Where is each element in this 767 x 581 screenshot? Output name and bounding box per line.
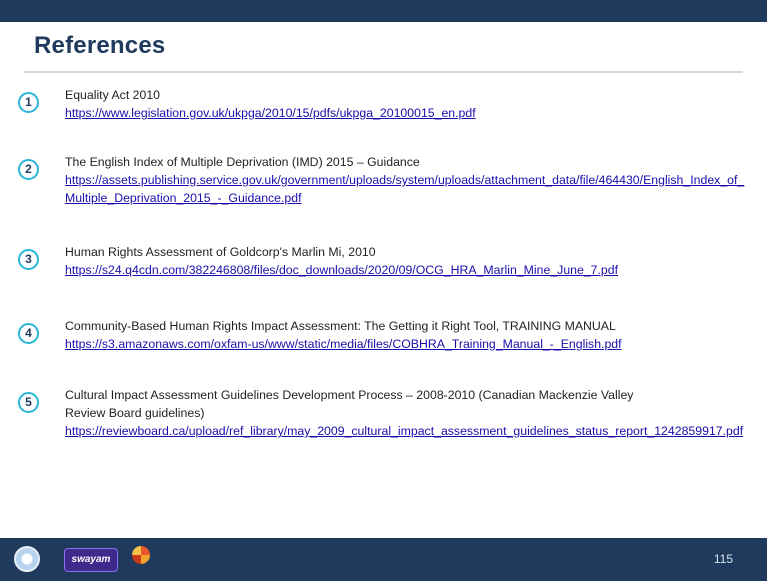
institute-logo-icon (14, 546, 40, 572)
reference-item-2: 2 The English Index of Multiple Deprivat… (18, 153, 748, 207)
reference-item-5: 5 Cultural Impact Assessment Guidelines … (18, 386, 748, 440)
page-number: 115 (713, 552, 733, 566)
reference-item-4: 4 Community-Based Human Rights Impact As… (18, 317, 748, 353)
reference-link-1[interactable]: https://www.legislation.gov.uk/ukpga/201… (65, 104, 748, 122)
page-title: References (34, 32, 166, 59)
reference-item-3: 3 Human Rights Assessment of Goldcorp's … (18, 243, 748, 279)
reference-number-1: 1 (18, 92, 39, 113)
reference-text-4: Community-Based Human Rights Impact Asse… (65, 319, 616, 333)
reference-number-4: 4 (18, 323, 39, 344)
reference-text-5: Cultural Impact Assessment Guidelines De… (65, 388, 634, 420)
reference-number-5: 5 (18, 392, 39, 413)
reference-text-3: Human Rights Assessment of Goldcorp's Ma… (65, 245, 376, 259)
reference-link-5[interactable]: https://reviewboard.ca/upload/ref_librar… (65, 422, 748, 440)
footer-bar: swayam 115 (0, 538, 767, 581)
reference-number-2: 2 (18, 159, 39, 180)
reference-item-1: 1 Equality Act 2010 https://www.legislat… (18, 86, 748, 122)
reference-text-2: The English Index of Multiple Deprivatio… (65, 155, 420, 169)
reference-text-1: Equality Act 2010 (65, 88, 161, 102)
reference-link-2[interactable]: https://assets.publishing.service.gov.uk… (65, 171, 748, 207)
reference-number-3: 3 (18, 249, 39, 270)
swayam-logo: swayam (64, 548, 118, 572)
title-divider (24, 71, 743, 73)
top-bar (0, 0, 767, 22)
nptel-logo-icon (132, 546, 150, 564)
reference-link-4[interactable]: https://s3.amazonaws.com/oxfam-us/www/st… (65, 335, 748, 353)
reference-link-3[interactable]: https://s24.q4cdn.com/382246808/files/do… (65, 261, 748, 279)
